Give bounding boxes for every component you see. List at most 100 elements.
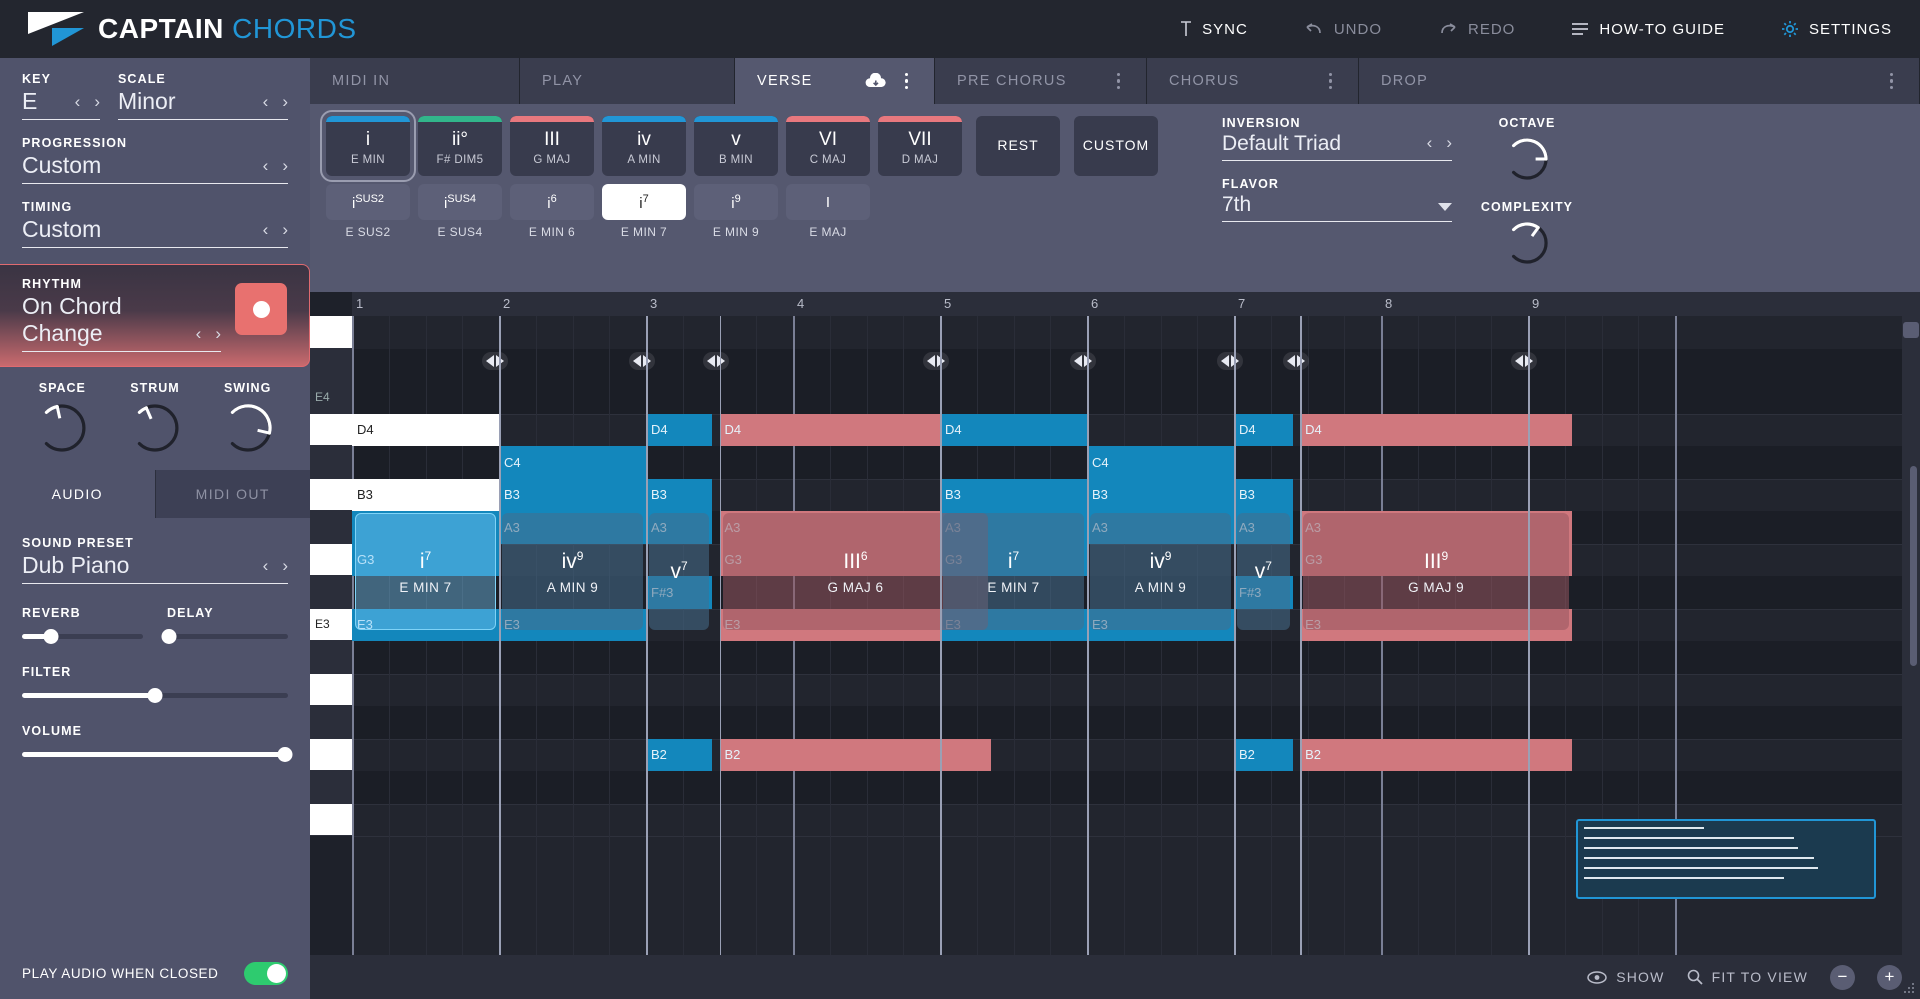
piano-key[interactable] [310, 511, 352, 544]
note-block[interactable]: D4 [1300, 413, 1573, 446]
rhythm-next-arrow[interactable]: › [215, 324, 221, 344]
chord-block[interactable]: i7 E MIN 7 [943, 513, 1084, 630]
vertical-scrollbar[interactable] [1910, 466, 1917, 666]
note-block[interactable]: D4 [940, 413, 1087, 446]
note-block[interactable]: C4 [499, 446, 646, 479]
scale-prev-arrow[interactable]: ‹ [263, 92, 269, 112]
knob-strum[interactable]: STRUM [111, 381, 199, 454]
chord-nav-handle[interactable] [1217, 352, 1243, 370]
undo-button[interactable]: UNDO [1276, 0, 1410, 58]
piano-key[interactable] [310, 641, 352, 674]
knob-dial[interactable] [129, 402, 181, 454]
progression-prev-arrow[interactable]: ‹ [263, 156, 269, 176]
key-next-arrow[interactable]: › [94, 92, 100, 112]
variation-button-e-min-9[interactable]: i9 [694, 184, 778, 220]
knob-dial[interactable] [222, 402, 274, 454]
piano-key[interactable] [310, 576, 352, 609]
nav-left-arrow-icon[interactable] [1287, 355, 1296, 367]
note-block[interactable]: B2 [719, 738, 992, 771]
knob-swing[interactable]: SWING [204, 381, 292, 454]
chord-button-e-min[interactable]: i E MIN [320, 110, 416, 182]
note-block[interactable]: B2 [1234, 738, 1293, 771]
piano-key[interactable] [310, 348, 352, 381]
volume-slider[interactable] [22, 747, 293, 762]
timing-field[interactable]: TIMING Custom ‹ › [22, 200, 288, 248]
note-block[interactable]: B3 [1234, 478, 1293, 511]
section-menu-button[interactable] [1325, 72, 1337, 90]
inversion-prev-arrow[interactable]: ‹ [1427, 133, 1433, 153]
sidebar-tab-audio[interactable]: AUDIO [0, 470, 155, 518]
piano-key[interactable] [310, 738, 352, 771]
key-prev-arrow[interactable]: ‹ [75, 92, 81, 112]
section-menu-button[interactable] [1886, 72, 1898, 90]
nav-left-arrow-icon[interactable] [1074, 355, 1082, 367]
chord-block[interactable]: i7 E MIN 7 [355, 513, 496, 630]
section-tab-pre-chorus[interactable]: PRE CHORUS [935, 58, 1147, 104]
chord-button-a-min[interactable]: iv A MIN [602, 116, 686, 176]
chevron-down-icon[interactable] [1438, 203, 1452, 211]
record-button[interactable] [235, 283, 287, 335]
section-menu-button[interactable] [901, 72, 913, 90]
knob-dial[interactable] [36, 402, 88, 454]
flavor-field[interactable]: FLAVOR 7th [1222, 177, 1452, 222]
piano-key[interactable] [310, 478, 352, 511]
chord-block[interactable]: iv9 A MIN 9 [1090, 513, 1231, 630]
nav-left-arrow-icon[interactable] [1221, 355, 1229, 367]
section-tab-verse[interactable]: VERSE [735, 58, 935, 104]
resize-grip[interactable] [1904, 983, 1914, 993]
chord-block[interactable]: v7 [649, 513, 710, 630]
key-field[interactable]: KEY E ‹ › [22, 72, 100, 120]
nav-left-arrow-icon[interactable] [927, 355, 935, 367]
chord-button-f-dim5[interactable]: ii° F# DIM5 [418, 116, 502, 176]
chord-nav-handle[interactable] [1511, 352, 1537, 370]
inversion-next-arrow[interactable]: › [1446, 133, 1452, 153]
redo-button[interactable]: REDO [1410, 0, 1543, 58]
inversion-field[interactable]: INVERSION Default Triad ‹ › [1222, 116, 1452, 161]
chord-nav-handle[interactable] [1070, 352, 1096, 370]
scale-next-arrow[interactable]: › [282, 92, 288, 112]
progression-next-arrow[interactable]: › [282, 156, 288, 176]
note-block[interactable]: B2 [646, 738, 713, 771]
chord-nav-handle[interactable] [702, 352, 729, 370]
piano-key[interactable] [310, 803, 352, 836]
piano-key[interactable] [310, 771, 352, 804]
zoom-in-button[interactable]: + [1877, 964, 1902, 990]
note-block[interactable]: C4 [1087, 446, 1234, 479]
chord-button-g-maj[interactable]: III G MAJ [510, 116, 594, 176]
progression-field[interactable]: PROGRESSION Custom ‹ › [22, 136, 288, 184]
piano-key[interactable] [310, 446, 352, 479]
note-block[interactable]: B3 [646, 478, 713, 511]
play-audio-when-closed-toggle[interactable] [244, 962, 288, 985]
knob-space[interactable]: SPACE [18, 381, 106, 454]
chord-nav-handle[interactable] [923, 352, 949, 370]
variation-button-e-maj[interactable]: I [786, 184, 870, 220]
preset-prev-arrow[interactable]: ‹ [263, 556, 269, 576]
octave-knob[interactable] [1504, 136, 1550, 182]
section-tab-chorus[interactable]: CHORUS [1147, 58, 1359, 104]
fit-to-view-button[interactable]: FIT TO VIEW [1687, 969, 1808, 985]
complexity-knob[interactable] [1504, 220, 1550, 266]
piano-key[interactable]: E4 [310, 381, 352, 414]
chord-nav-handle[interactable] [1283, 352, 1310, 370]
rail-up-button[interactable] [1903, 322, 1919, 338]
reverb-slider[interactable] [22, 629, 143, 644]
delay-slider[interactable] [161, 629, 288, 644]
section-menu-button[interactable] [1113, 72, 1125, 90]
how-to-guide-button[interactable]: HOW-TO GUIDE [1543, 0, 1753, 58]
piano-keys[interactable]: E4 E3 [310, 316, 352, 955]
variation-button-e-min-7[interactable]: i7 [602, 184, 686, 220]
zoom-out-button[interactable]: − [1830, 964, 1855, 990]
variation-button-e-min-6[interactable]: i6 [510, 184, 594, 220]
timing-next-arrow[interactable]: › [282, 220, 288, 240]
nav-left-arrow-icon[interactable] [1515, 355, 1523, 367]
section-tab-play[interactable]: PLAY [520, 58, 735, 104]
note-block[interactable]: B3 [499, 478, 646, 511]
note-block[interactable]: B3 [940, 478, 1087, 511]
note-block[interactable]: D4 [352, 413, 499, 446]
chord-button-custom[interactable]: CUSTOM [1074, 116, 1158, 176]
note-block[interactable]: D4 [1234, 413, 1293, 446]
chord-nav-handle[interactable] [482, 352, 508, 370]
rhythm-prev-arrow[interactable]: ‹ [196, 324, 202, 344]
section-tab-drop[interactable]: DROP [1359, 58, 1920, 104]
sync-button[interactable]: SYNC [1152, 0, 1276, 58]
